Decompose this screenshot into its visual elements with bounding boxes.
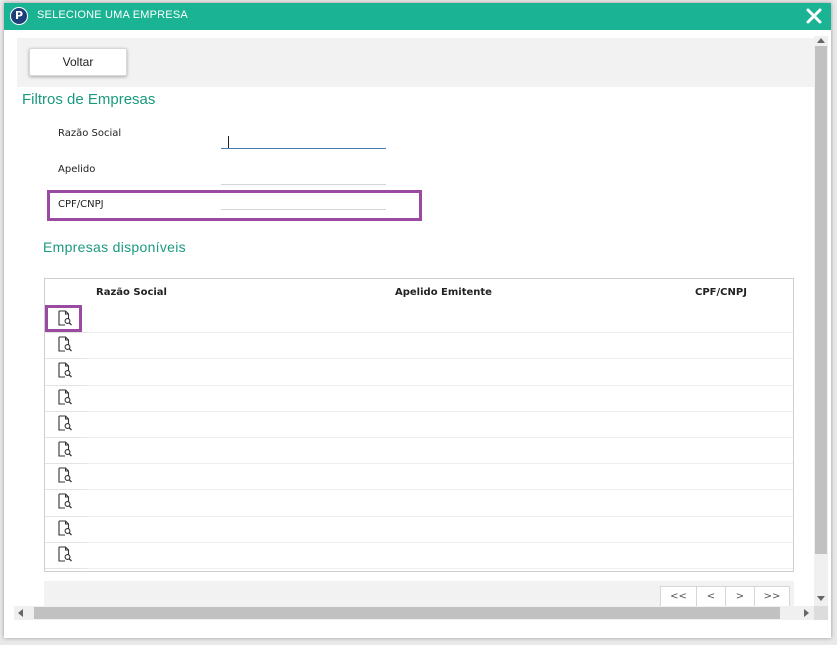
view-company-button[interactable] [48, 544, 82, 568]
view-company-button[interactable] [48, 387, 82, 411]
view-company-button[interactable] [48, 439, 82, 463]
view-company-button[interactable] [48, 334, 82, 358]
view-document-icon [57, 415, 73, 435]
column-header-cpf-cnpj[interactable]: CPF/CNPJ [695, 287, 747, 298]
column-header-razao-social[interactable]: Razão Social [96, 287, 167, 298]
first-row-view-highlight [45, 305, 82, 332]
view-company-button[interactable] [48, 518, 82, 542]
first-page-button[interactable]: << [660, 586, 697, 606]
view-document-icon [57, 441, 73, 461]
scroll-right-arrow-icon[interactable] [804, 609, 809, 617]
horizontal-scroll-thumb[interactable] [34, 607, 780, 619]
apelido-input[interactable] [221, 167, 386, 185]
horizontal-scrollbar[interactable] [14, 606, 814, 620]
cpf-cnpj-input[interactable] [221, 192, 386, 210]
scrollbar-corner [814, 606, 828, 620]
dialog-title: SELECIONE UMA EMPRESA [37, 9, 188, 21]
table-row[interactable] [45, 359, 793, 386]
scroll-left-arrow-icon[interactable] [18, 609, 23, 617]
available-companies-title: Empresas disponíveis [43, 239, 186, 255]
prev-page-button[interactable]: < [696, 586, 726, 606]
view-company-button[interactable] [48, 413, 82, 437]
table-row[interactable] [45, 412, 793, 438]
table-row[interactable] [45, 386, 793, 412]
text-caret [228, 136, 229, 148]
pagination-bar: << < > >> [44, 581, 794, 606]
table-row[interactable] [45, 517, 793, 543]
apelido-label: Apelido [58, 164, 96, 175]
razao-social-input[interactable] [221, 131, 386, 149]
view-company-button[interactable] [48, 465, 82, 489]
scroll-down-arrow-icon[interactable] [817, 596, 825, 601]
table-row[interactable] [45, 305, 793, 334]
dialog-titlebar: P SELECIONE UMA EMPRESA [4, 3, 831, 30]
close-icon[interactable] [803, 5, 825, 27]
next-page-button[interactable]: > [725, 586, 755, 606]
view-document-icon [57, 389, 73, 409]
view-document-icon [57, 546, 73, 566]
cpf-cnpj-label: CPF/CNPJ [58, 199, 104, 210]
view-document-icon [57, 520, 73, 540]
back-button[interactable]: Voltar [29, 48, 127, 76]
view-document-icon [57, 336, 73, 356]
table-row[interactable] [45, 333, 793, 360]
table-row[interactable] [45, 543, 793, 569]
filters-title: Filtros de Empresas [22, 91, 156, 108]
app-logo-icon: P [10, 7, 28, 25]
toolbar: Voltar [17, 38, 814, 87]
dialog-content: Voltar Filtros de Empresas Razão Social … [14, 36, 814, 606]
table-row[interactable] [45, 438, 793, 465]
column-header-apelido-emitente[interactable]: Apelido Emitente [395, 287, 492, 298]
last-page-button[interactable]: >> [754, 586, 790, 606]
vertical-scroll-thumb[interactable] [815, 46, 827, 554]
table-row[interactable] [45, 490, 793, 517]
view-company-button[interactable] [48, 360, 82, 384]
view-document-icon [57, 362, 73, 382]
row-divider-icon-cell [45, 567, 87, 569]
vertical-scrollbar[interactable] [814, 36, 828, 606]
razao-social-label: Razão Social [58, 128, 122, 139]
view-company-button[interactable] [48, 491, 82, 515]
table-row[interactable] [45, 464, 793, 491]
companies-table: Razão Social Apelido Emitente CPF/CNPJ [44, 278, 794, 572]
select-company-dialog: P SELECIONE UMA EMPRESA Voltar Filtros d… [4, 3, 831, 638]
view-document-icon [57, 493, 73, 513]
view-document-icon [57, 467, 73, 487]
row-divider [45, 567, 793, 569]
scroll-up-arrow-icon[interactable] [817, 38, 825, 43]
